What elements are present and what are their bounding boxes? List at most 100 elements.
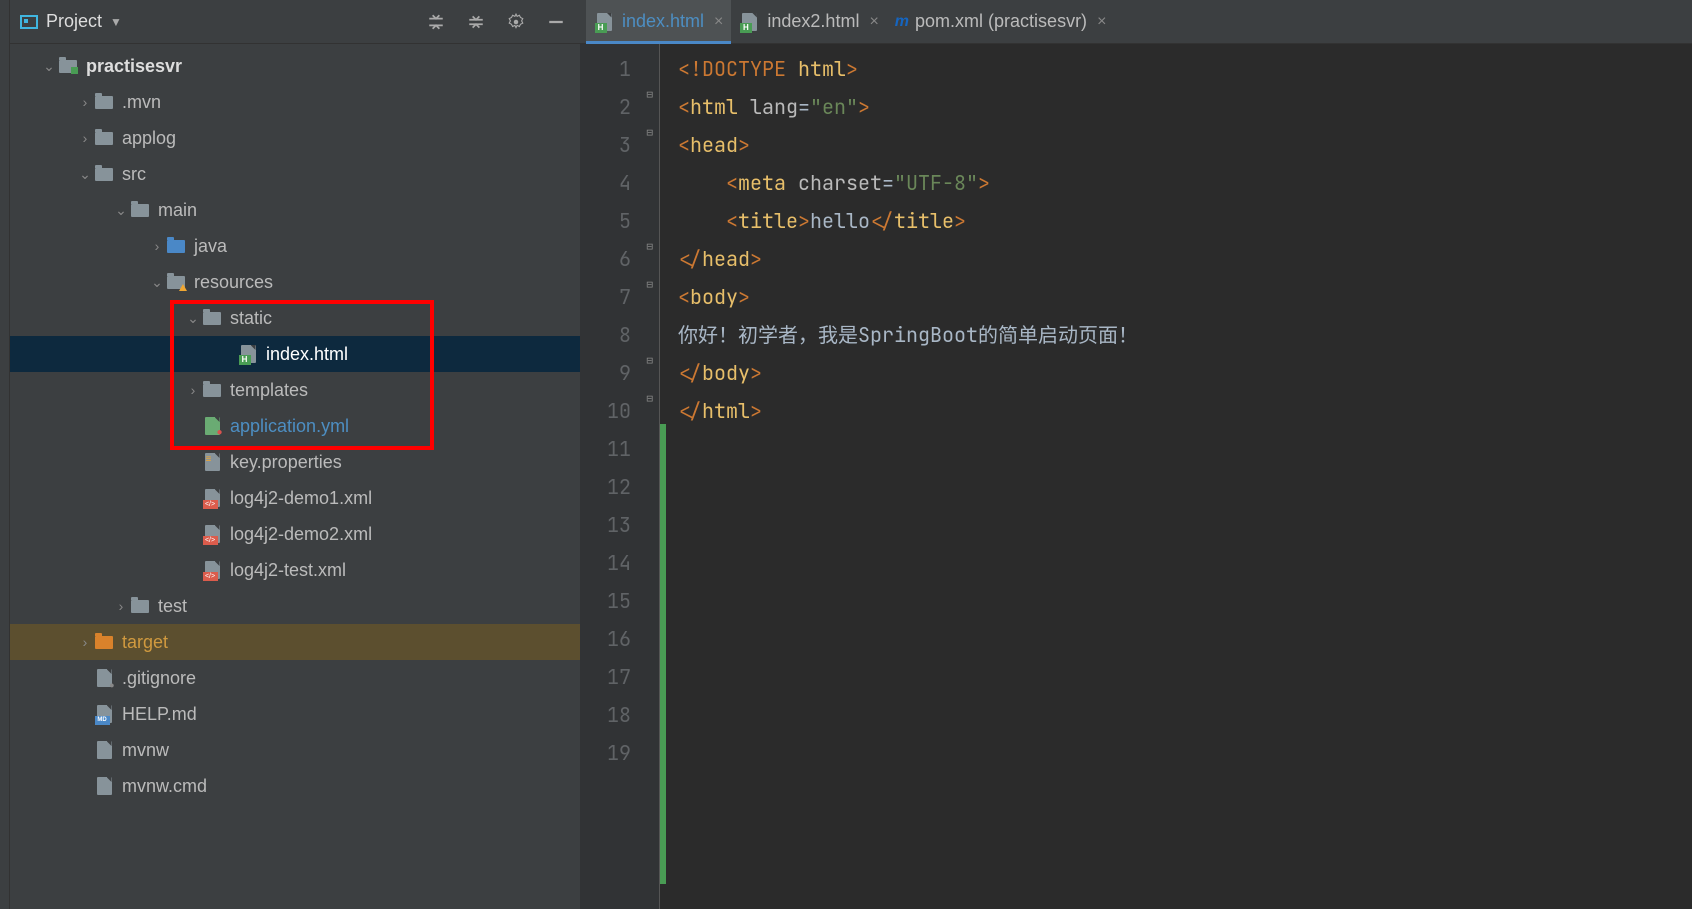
tree-node-folder[interactable]: › .mvn bbox=[10, 84, 580, 120]
tree-node-file[interactable]: log4j2-demo1.xml bbox=[10, 480, 580, 516]
tree-node-file[interactable]: HELP.md bbox=[10, 696, 580, 732]
tree-label: key.properties bbox=[230, 452, 342, 473]
tree-node-file[interactable]: .gitignore bbox=[10, 660, 580, 696]
editor-tab[interactable]: index2.html × bbox=[731, 0, 886, 44]
tree-node-folder[interactable]: › target bbox=[10, 624, 580, 660]
tree-node-folder[interactable]: ⌄src bbox=[10, 156, 580, 192]
chevron-right-icon[interactable]: › bbox=[76, 634, 94, 650]
expand-all-button[interactable] bbox=[422, 8, 450, 36]
editor-tab-active[interactable]: index.html × bbox=[586, 0, 731, 44]
tab-label: index.html bbox=[622, 11, 704, 32]
chevron-right-icon[interactable]: › bbox=[76, 130, 94, 146]
close-icon[interactable]: × bbox=[714, 13, 723, 31]
code-line: 你好！初学者，我是SpringBoot的简单启动页面！ bbox=[660, 316, 1692, 354]
tree-node-file[interactable]: application.yml bbox=[10, 408, 580, 444]
code-line: <meta charset="UTF-8"> bbox=[660, 164, 1692, 202]
tree-node-folder[interactable]: ⌄main bbox=[10, 192, 580, 228]
tree-node-file[interactable]: key.properties bbox=[10, 444, 580, 480]
tree-node-file-selected[interactable]: index.html bbox=[10, 336, 580, 372]
tree-node-folder[interactable]: › java bbox=[10, 228, 580, 264]
chevron-down-icon[interactable]: ▼ bbox=[110, 15, 122, 29]
code-line: </body> bbox=[660, 354, 1692, 392]
line-number: 15 bbox=[580, 582, 659, 620]
tree-label: HELP.md bbox=[122, 704, 197, 725]
tool-window-stripe[interactable] bbox=[0, 0, 10, 909]
tree-node-folder[interactable]: ›templates bbox=[10, 372, 580, 408]
close-icon[interactable]: × bbox=[1097, 13, 1106, 31]
tree-node-folder[interactable]: › applog bbox=[10, 120, 580, 156]
tree-node-folder[interactable]: › test bbox=[10, 588, 580, 624]
line-number: 19 bbox=[580, 734, 659, 772]
project-panel-header: Project ▼ bbox=[10, 0, 580, 44]
line-number: 18 bbox=[580, 696, 659, 734]
line-number: 1 bbox=[580, 50, 659, 88]
tree-label: test bbox=[158, 596, 187, 617]
gutter[interactable]: 1 2 3 4 5 6 7 8 9 10 11 12 13 14 15 16 1… bbox=[580, 44, 660, 909]
editor-area: index.html × index2.html × m pom.xml (pr… bbox=[580, 0, 1692, 909]
editor-tabs: index.html × index2.html × m pom.xml (pr… bbox=[580, 0, 1692, 44]
chevron-down-icon[interactable]: ⌄ bbox=[148, 274, 166, 291]
project-icon bbox=[20, 15, 38, 29]
chevron-right-icon[interactable]: › bbox=[148, 238, 166, 254]
change-marker bbox=[660, 424, 666, 884]
chevron-down-icon[interactable]: ⌄ bbox=[40, 58, 58, 75]
code-content[interactable]: <!DOCTYPE html> <html lang="en"> <head> … bbox=[660, 44, 1692, 909]
editor-tab[interactable]: m pom.xml (practisesvr) × bbox=[887, 0, 1115, 44]
tree-label: resources bbox=[194, 272, 273, 293]
html-file-icon bbox=[739, 14, 759, 30]
collapse-all-button[interactable] bbox=[462, 8, 490, 36]
tree-label: mvnw.cmd bbox=[122, 776, 207, 797]
tree-label: mvnw bbox=[122, 740, 169, 761]
html-file-icon bbox=[594, 14, 614, 30]
fold-icon[interactable]: ⊟ bbox=[646, 240, 653, 254]
chevron-down-icon[interactable]: ⌄ bbox=[112, 202, 130, 219]
tree-node-folder[interactable]: ⌄ resources bbox=[10, 264, 580, 300]
tree-label: .gitignore bbox=[122, 668, 196, 689]
chevron-down-icon[interactable]: ⌄ bbox=[76, 166, 94, 183]
fold-icon[interactable]: ⊟ bbox=[646, 126, 653, 140]
project-panel-title[interactable]: Project bbox=[46, 11, 102, 32]
tree-node-root[interactable]: ⌄practisesvr bbox=[10, 48, 580, 84]
tree-label: .mvn bbox=[122, 92, 161, 113]
chevron-down-icon[interactable]: ⌄ bbox=[184, 310, 202, 327]
tree-node-file[interactable]: mvnw bbox=[10, 732, 580, 768]
code-editor[interactable]: 1 2 3 4 5 6 7 8 9 10 11 12 13 14 15 16 1… bbox=[580, 44, 1692, 909]
chevron-right-icon[interactable]: › bbox=[112, 598, 130, 614]
settings-button[interactable] bbox=[502, 8, 530, 36]
hide-button[interactable] bbox=[542, 8, 570, 36]
fold-icon[interactable]: ⊟ bbox=[646, 392, 653, 406]
code-line: </head> bbox=[660, 240, 1692, 278]
code-line: <title>hello</title> bbox=[660, 202, 1692, 240]
code-line: <body> bbox=[660, 278, 1692, 316]
line-number: 8 bbox=[580, 316, 659, 354]
code-line: <html lang="en"> bbox=[660, 88, 1692, 126]
tree-label: applog bbox=[122, 128, 176, 149]
fold-icon[interactable]: ⊟ bbox=[646, 88, 653, 102]
project-tree[interactable]: ⌄practisesvr › .mvn › applog ⌄src ⌄main › j… bbox=[10, 44, 580, 909]
fold-icon[interactable]: ⊟ bbox=[646, 354, 653, 368]
chevron-right-icon[interactable]: › bbox=[76, 94, 94, 110]
close-icon[interactable]: × bbox=[869, 13, 878, 31]
line-number: 5 bbox=[580, 202, 659, 240]
chevron-right-icon[interactable]: › bbox=[184, 382, 202, 398]
tree-node-file[interactable]: log4j2-test.xml bbox=[10, 552, 580, 588]
project-panel: Project ▼ ⌄practisesvr › .mvn › applog ⌄sr… bbox=[10, 0, 580, 909]
tab-label: index2.html bbox=[767, 11, 859, 32]
tree-label: static bbox=[230, 308, 272, 329]
line-number: 14 bbox=[580, 544, 659, 582]
tree-label: target bbox=[122, 632, 168, 653]
line-number: 16 bbox=[580, 620, 659, 658]
tree-node-folder[interactable]: ⌄ static bbox=[10, 300, 580, 336]
line-number: 17 bbox=[580, 658, 659, 696]
tree-node-file[interactable]: log4j2-demo2.xml bbox=[10, 516, 580, 552]
fold-icon[interactable]: ⊟ bbox=[646, 278, 653, 292]
tree-label: log4j2-demo2.xml bbox=[230, 524, 372, 545]
line-number: 13 bbox=[580, 506, 659, 544]
tree-label: java bbox=[194, 236, 227, 257]
line-number: 11 bbox=[580, 430, 659, 468]
tree-node-file[interactable]: mvnw.cmd bbox=[10, 768, 580, 804]
line-number: 4 bbox=[580, 164, 659, 202]
code-line: </html> bbox=[660, 392, 1692, 430]
tree-label: log4j2-test.xml bbox=[230, 560, 346, 581]
tab-label: pom.xml (practisesvr) bbox=[915, 11, 1087, 32]
